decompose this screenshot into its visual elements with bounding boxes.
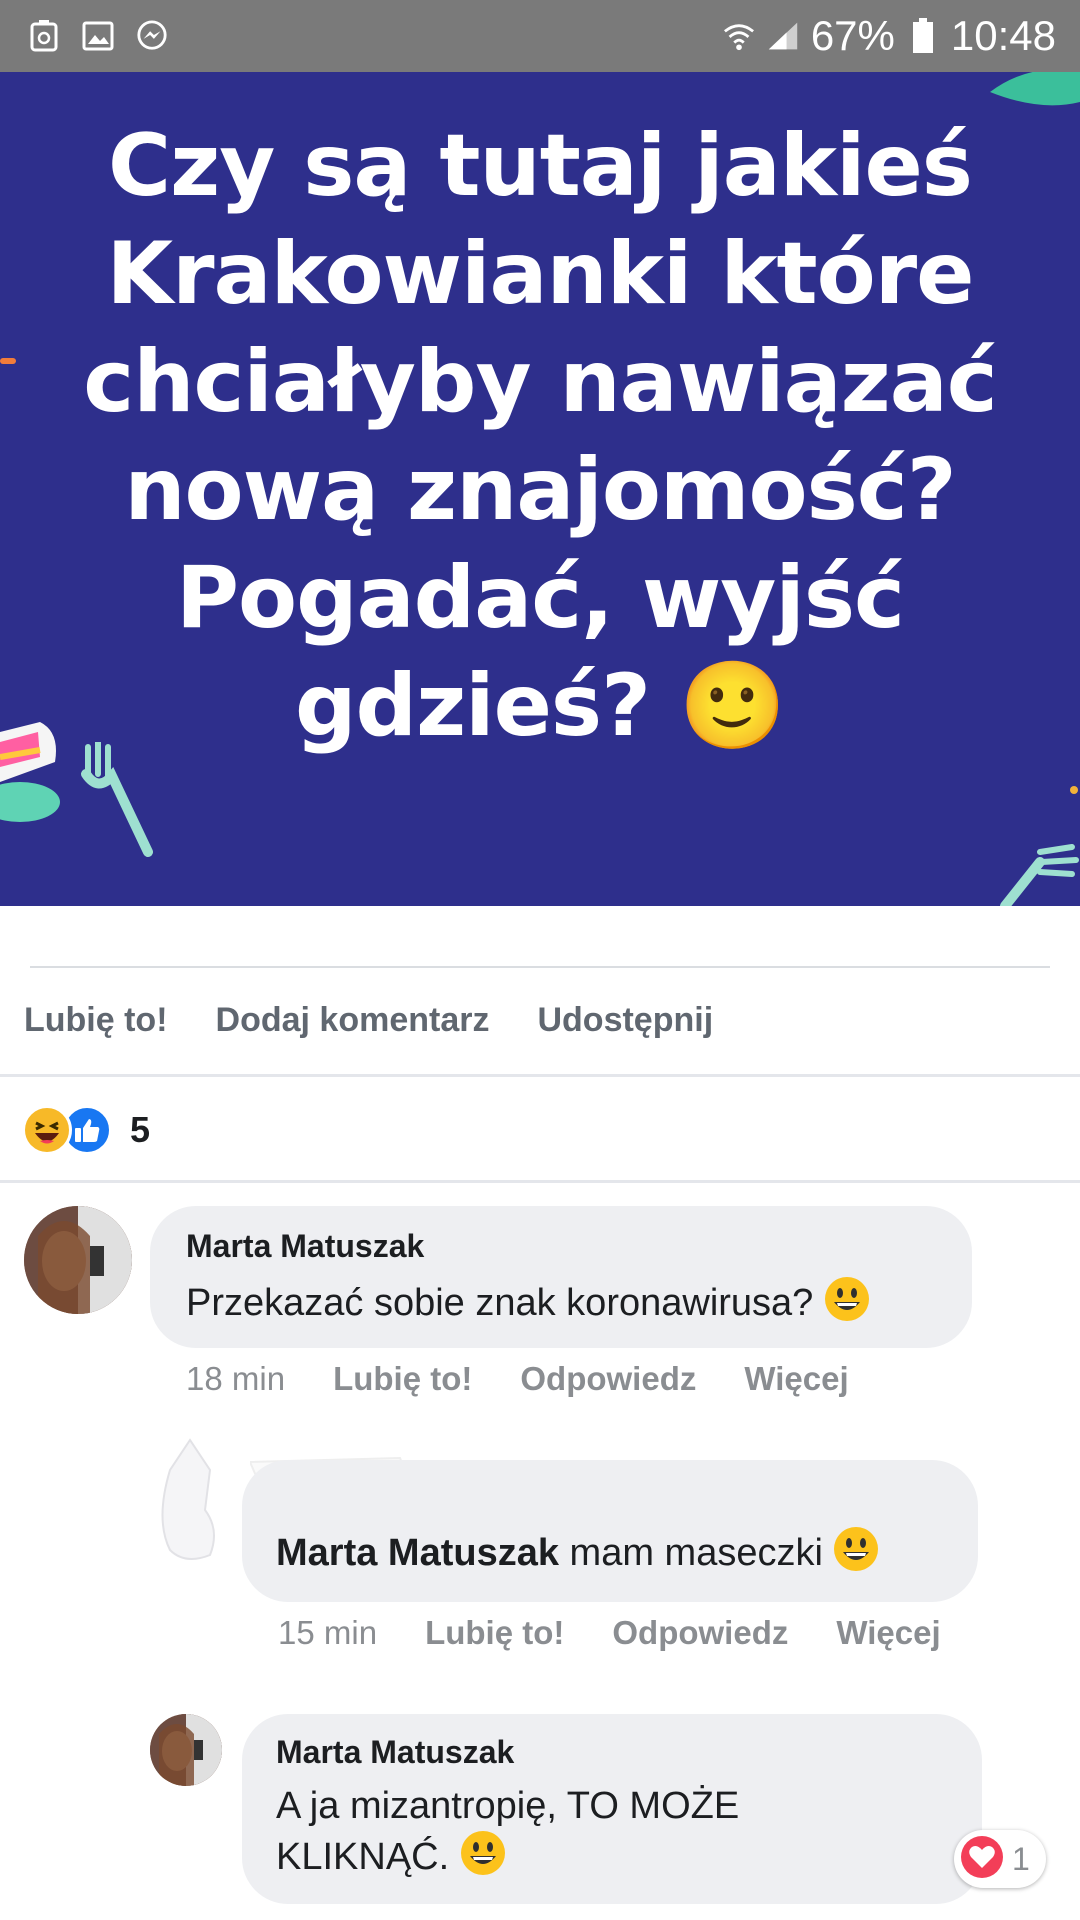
reaction-count: 1 [1012,1840,1030,1877]
reaction-count: 5 [130,1109,151,1150]
fork-illustration [81,742,153,857]
reply-time: 15 min [278,1614,378,1651]
comment-reaction-badge[interactable]: 1 [954,1830,1046,1888]
comment-more-link[interactable]: Więcej [744,1360,848,1398]
comment-reply-link[interactable]: Odpowiedz [520,1360,696,1398]
signal-icon [767,20,799,52]
grinning-emoji-icon [824,1276,870,1334]
reply-meta: 15 min Lubię to! Odpowiedz Więcej [278,1614,941,1652]
gallery-icon [82,20,114,52]
recycle-battery-icon [28,20,60,52]
fork-illustration-right [1000,844,1079,906]
clock: 10:48 [950,12,1056,59]
reply-author[interactable]: Marta Matuszak [276,1532,559,1574]
reply-text: A ja mizantropię, TO MOŻE KLIKNĄĆ. [276,1785,740,1879]
separator [0,1180,1080,1183]
reply-like-link[interactable]: Lubię to! [425,1614,564,1652]
decoration-top-right [990,72,1080,106]
post-text: Czy są tutaj jakieś Krakowianki które ch… [83,116,998,756]
messenger-icon [136,20,168,52]
comment-author[interactable]: Marta Matuszak [186,1228,424,1265]
comment-text: Przekazać sobie znak koronawirusa? [186,1282,814,1325]
comment-like-link[interactable]: Lubię to! [333,1360,472,1398]
reactions-summary[interactable]: 5 [22,1104,150,1156]
avatar[interactable] [24,1206,132,1314]
separator [0,1074,1080,1077]
comment-meta: 18 min Lubię to! Odpowiedz Więcej [186,1360,849,1398]
reply-author[interactable]: Marta Matuszak [276,1734,514,1771]
avatar-obscured[interactable] [150,1430,230,1565]
share-button[interactable]: Udostępnij [537,1001,713,1040]
divider [30,966,1050,968]
reply-more-link[interactable]: Więcej [836,1614,940,1652]
grinning-emoji-icon [460,1830,506,1888]
status-bar: 67% 10:48 [0,0,1080,72]
haha-icon [22,1105,72,1155]
comment-bubble[interactable]: Marta Matuszak Przekazać sobie znak koro… [150,1206,972,1348]
battery-icon [907,18,939,53]
avatar[interactable] [150,1714,222,1786]
reply-bubble[interactable]: Marta Matuszak mam maseczki [242,1460,978,1602]
grinning-emoji-icon [833,1526,879,1584]
battery-percent: 67% [810,12,895,59]
decoration-orange-dash [0,358,16,364]
post-actions: Lubię to! Dodaj komentarz Udostępnij [24,992,713,1048]
comment-time: 18 min [186,1360,286,1397]
reply-reply-link[interactable]: Odpowiedz [612,1614,788,1652]
heart-icon [960,1835,1004,1884]
reply-text: mam maseczki [569,1532,823,1575]
post-banner[interactable]: Czy są tutaj jakieś Krakowianki które ch… [0,72,1080,906]
wifi-icon [723,20,755,52]
like-button[interactable]: Lubię to! [24,1001,168,1040]
comment-button[interactable]: Dodaj komentarz [216,1001,490,1040]
decoration-dot [1070,786,1078,794]
reply-bubble[interactable]: Marta Matuszak A ja mizantropię, TO MOŻE… [242,1714,982,1904]
